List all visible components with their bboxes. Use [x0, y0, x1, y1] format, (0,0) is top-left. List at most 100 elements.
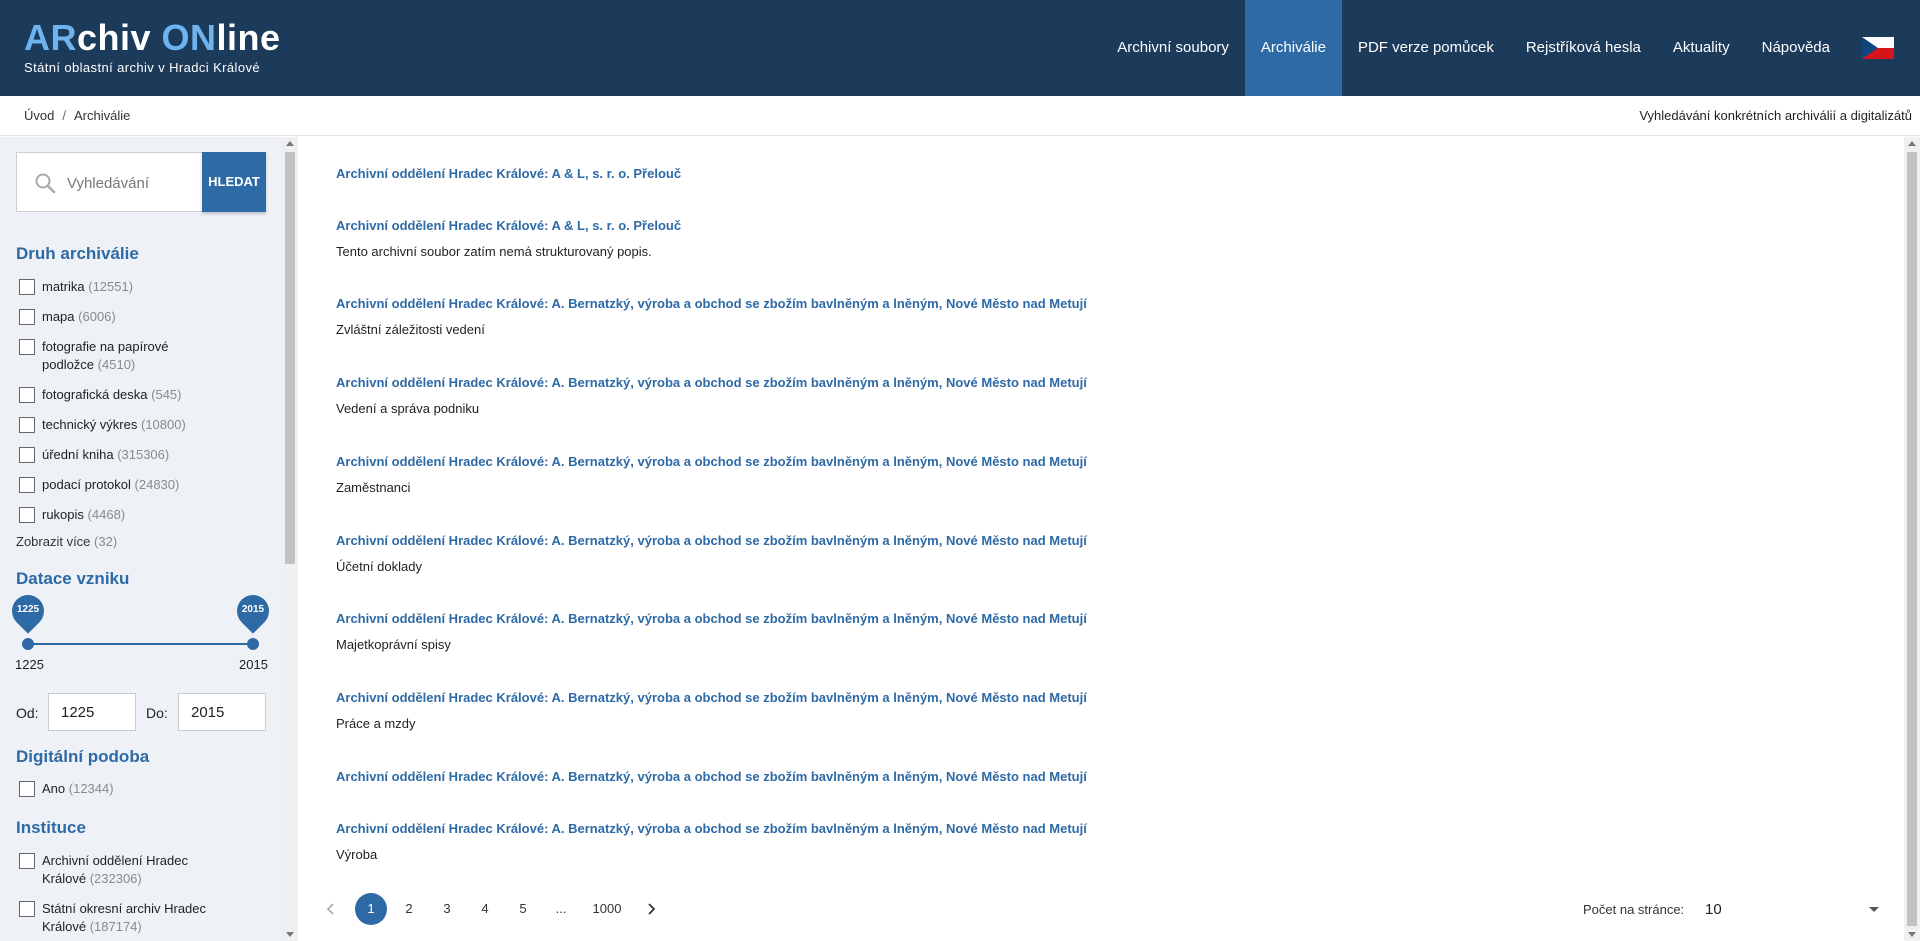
page-button-2[interactable]: 2	[393, 893, 425, 925]
per-page-select[interactable]: Počet na stránce: 10	[1583, 893, 1883, 925]
result-description: Zvláštní záležitosti vedení	[336, 322, 485, 337]
checkbox[interactable]	[19, 447, 35, 463]
filter-heading-druh: Druh archiválie	[16, 244, 139, 263]
filter-heading-instituce: Instituce	[16, 818, 86, 837]
result-title-link[interactable]: Archivní oddělení Hradec Králové: A. Ber…	[336, 820, 1736, 838]
result-title-link[interactable]: Archivní oddělení Hradec Králové: A. Ber…	[336, 610, 1736, 628]
from-year-input[interactable]	[48, 693, 136, 731]
checkbox[interactable]	[19, 781, 35, 797]
czech-flag-icon[interactable]	[1862, 37, 1894, 59]
filter-heading-digitalni: Digitální podoba	[16, 747, 150, 766]
result-description: Výroba	[336, 847, 378, 862]
result-description: Tento archivní soubor zatím nemá struktu…	[336, 244, 652, 259]
checkbox[interactable]	[19, 853, 35, 869]
result-title-link[interactable]: Archivní oddělení Hradec Králové: A & L,…	[336, 165, 1736, 183]
search-button[interactable]: HLEDAT	[202, 152, 266, 212]
nav-archivalie[interactable]: Archiválie	[1244, 0, 1342, 96]
page-button-3[interactable]: 3	[431, 893, 463, 925]
result-item: Archivní oddělení Hradec Králové: A & L,…	[336, 217, 1736, 261]
show-more-link[interactable]: Zobrazit více (32)	[16, 534, 117, 549]
result-description: Vedení a správa podniku	[336, 401, 480, 416]
nav-aktuality[interactable]: Aktuality	[1657, 0, 1746, 96]
scroll-up-icon[interactable]	[1908, 141, 1916, 146]
result-item: Archivní oddělení Hradec Králové: A. Ber…	[336, 374, 1736, 418]
result-title-link[interactable]: Archivní oddělení Hradec Králové: A. Ber…	[336, 532, 1736, 550]
app-header: ARchiv ONline Státní oblastní archiv v H…	[0, 0, 1920, 96]
breadcrumb-current: Archiválie	[73, 108, 131, 123]
page-button-1[interactable]: 1	[355, 893, 387, 925]
range-pin-min-label: 1225	[16, 604, 40, 615]
search-icon	[35, 173, 56, 194]
result-item: Archivní oddělení Hradec Králové: A. Ber…	[336, 820, 1736, 864]
checkbox[interactable]	[19, 477, 35, 493]
range-min-label: 1225	[15, 657, 44, 672]
range-slider-min-handle[interactable]	[22, 638, 34, 650]
result-title-link[interactable]: Archivní oddělení Hradec Králové: A. Ber…	[336, 689, 1736, 707]
result-item: Archivní oddělení Hradec Králové: A & L,…	[336, 165, 1736, 183]
checkbox[interactable]	[19, 507, 35, 523]
page-button-5[interactable]: 5	[507, 893, 539, 925]
result-description: Práce a mzdy	[336, 716, 416, 731]
per-page-label: Počet na stránce:	[1583, 902, 1685, 917]
logo-subtitle: Státní oblastní archiv v Hradci Králové	[24, 60, 260, 75]
result-item: Archivní oddělení Hradec Králové: A. Ber…	[336, 610, 1736, 654]
checkbox[interactable]	[19, 387, 35, 403]
breadcrumb-bar: Úvod / Archiválie Vyhledávání konkrétních …	[0, 96, 1920, 136]
nav-pdf-verze[interactable]: PDF verze pomůcek	[1342, 0, 1510, 96]
checkbox[interactable]	[19, 309, 35, 325]
scroll-up-icon[interactable]	[286, 141, 294, 146]
scrollbar-thumb[interactable]	[1907, 152, 1917, 926]
logo-title: ARchiv ONline	[24, 17, 281, 58]
result-item: Archivní oddělení Hradec Králové: A. Ber…	[336, 689, 1736, 733]
scroll-down-icon[interactable]	[286, 932, 294, 937]
main-nav: Archivní soubory Archiválie PDF verze po…	[1101, 0, 1920, 96]
range-pin-max-label: 2015	[241, 604, 265, 615]
result-item: Archivní oddělení Hradec Králové: A. Ber…	[336, 532, 1736, 576]
result-description: Účetní doklady	[336, 559, 422, 574]
sidebar-scrollbar[interactable]	[282, 137, 298, 941]
result-title-link[interactable]: Archivní oddělení Hradec Králové: A. Ber…	[336, 768, 1736, 786]
page-button-4[interactable]: 4	[469, 893, 501, 925]
page-button-last[interactable]: 1000	[583, 893, 631, 925]
checkbox[interactable]	[19, 339, 35, 355]
result-description: Zaměstnanci	[336, 480, 411, 495]
filter-sidebar: HLEDAT Druh archiválie matrika (12551) m…	[0, 137, 298, 941]
result-title-link[interactable]: Archivní oddělení Hradec Králové: A. Ber…	[336, 374, 1736, 392]
from-label: Od:	[16, 705, 39, 721]
range-max-label: 2015	[239, 657, 268, 672]
breadcrumb-home[interactable]: Úvod	[24, 108, 54, 123]
chevron-right-icon[interactable]	[639, 893, 663, 925]
chevron-down-icon[interactable]	[1869, 907, 1879, 912]
per-page-value[interactable]: 10	[1705, 901, 1722, 918]
result-title-link[interactable]: Archivní oddělení Hradec Králové: A & L,…	[336, 217, 1736, 235]
breadcrumb-separator: /	[62, 108, 66, 123]
filter-heading-datace: Datace vzniku	[16, 569, 130, 588]
range-slider-max-handle[interactable]	[247, 638, 259, 650]
result-item: Archivní oddělení Hradec Králové: A. Ber…	[336, 453, 1736, 497]
result-title-link[interactable]: Archivní oddělení Hradec Králové: A. Ber…	[336, 453, 1736, 471]
breadcrumb: Úvod / Archiválie	[24, 108, 130, 123]
nav-rejstrikova-hesla[interactable]: Rejstříková hesla	[1510, 0, 1657, 96]
checkbox[interactable]	[19, 901, 35, 917]
to-label: Do:	[146, 705, 168, 721]
result-item: Archivní oddělení Hradec Králové: A. Ber…	[336, 295, 1736, 339]
page-ellipsis: ...	[555, 901, 567, 916]
search-box: HLEDAT	[16, 152, 266, 212]
results-scrollbar[interactable]	[1904, 137, 1920, 941]
chevron-left-icon[interactable]	[319, 893, 343, 925]
search-input[interactable]	[67, 171, 197, 195]
page-description: Vyhledávání konkrétních archiválií a dig…	[1639, 108, 1912, 123]
logo[interactable]: ARchiv ONline Státní oblastní archiv v H…	[24, 17, 281, 76]
range-inputs: Od: Do:	[16, 693, 266, 733]
result-item: Archivní oddělení Hradec Králové: A. Ber…	[336, 768, 1736, 786]
result-title-link[interactable]: Archivní oddělení Hradec Králové: A. Ber…	[336, 295, 1736, 313]
range-slider-track[interactable]	[28, 643, 254, 645]
results-panel: Archivní oddělení Hradec Králové: A & L,…	[299, 137, 1904, 941]
nav-archivni-soubory[interactable]: Archivní soubory	[1101, 0, 1245, 96]
scroll-down-icon[interactable]	[1908, 932, 1916, 937]
to-year-input[interactable]	[178, 693, 266, 731]
scrollbar-thumb[interactable]	[285, 152, 295, 564]
nav-napoveda[interactable]: Nápověda	[1746, 0, 1846, 96]
checkbox[interactable]	[19, 279, 35, 295]
checkbox[interactable]	[19, 417, 35, 433]
